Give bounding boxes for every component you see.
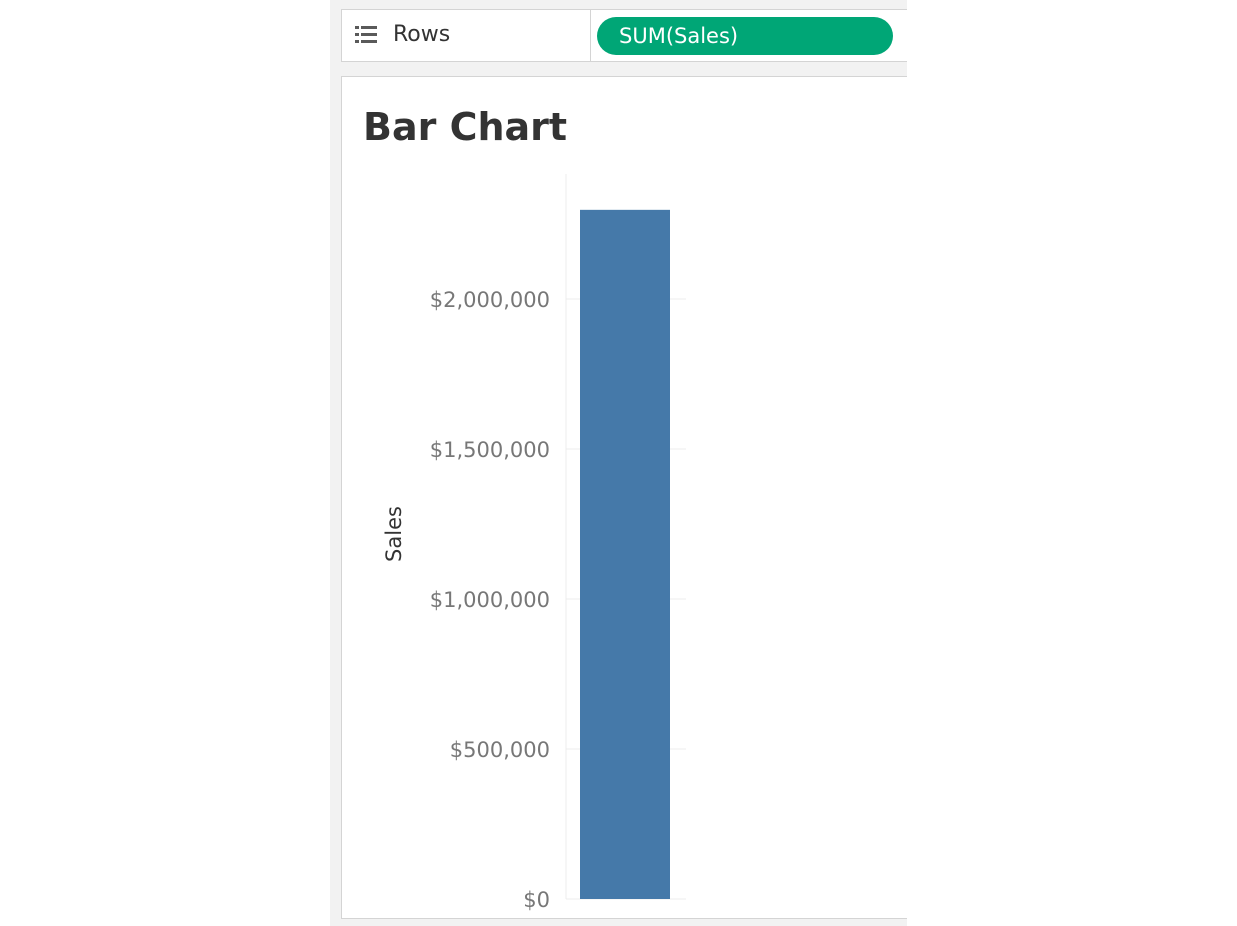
- rows-list-icon: [355, 26, 377, 43]
- rows-shelf-header: Rows: [342, 10, 591, 61]
- sum-sales-pill[interactable]: SUM(Sales): [597, 17, 893, 55]
- canvas: Rows SUM(Sales) Bar Chart Sales $0 $500,0…: [0, 0, 1237, 926]
- rows-shelf-label: Rows: [393, 22, 451, 47]
- y-tick-label: $1,500,000: [430, 438, 550, 462]
- y-tick-label: $2,000,000: [430, 288, 550, 312]
- bar-chart: Sales $0 $500,000 $1,000,000 $1,500,000 $2,0…: [382, 174, 686, 912]
- rows-shelf[interactable]: Rows SUM(Sales): [341, 9, 907, 62]
- chart-view: Bar Chart Sales $0 $500,000 $1,000,000 $1,5…: [341, 76, 907, 919]
- y-tick-label: $0: [523, 888, 550, 912]
- y-tick-label: $500,000: [450, 738, 550, 762]
- bars: [580, 209, 670, 899]
- bar[interactable]: [580, 209, 670, 899]
- y-axis-label: Sales: [382, 506, 406, 562]
- y-tick-labels: $0 $500,000 $1,000,000 $1,500,000 $2,000,000: [430, 288, 550, 912]
- y-tick-label: $1,000,000: [430, 588, 550, 612]
